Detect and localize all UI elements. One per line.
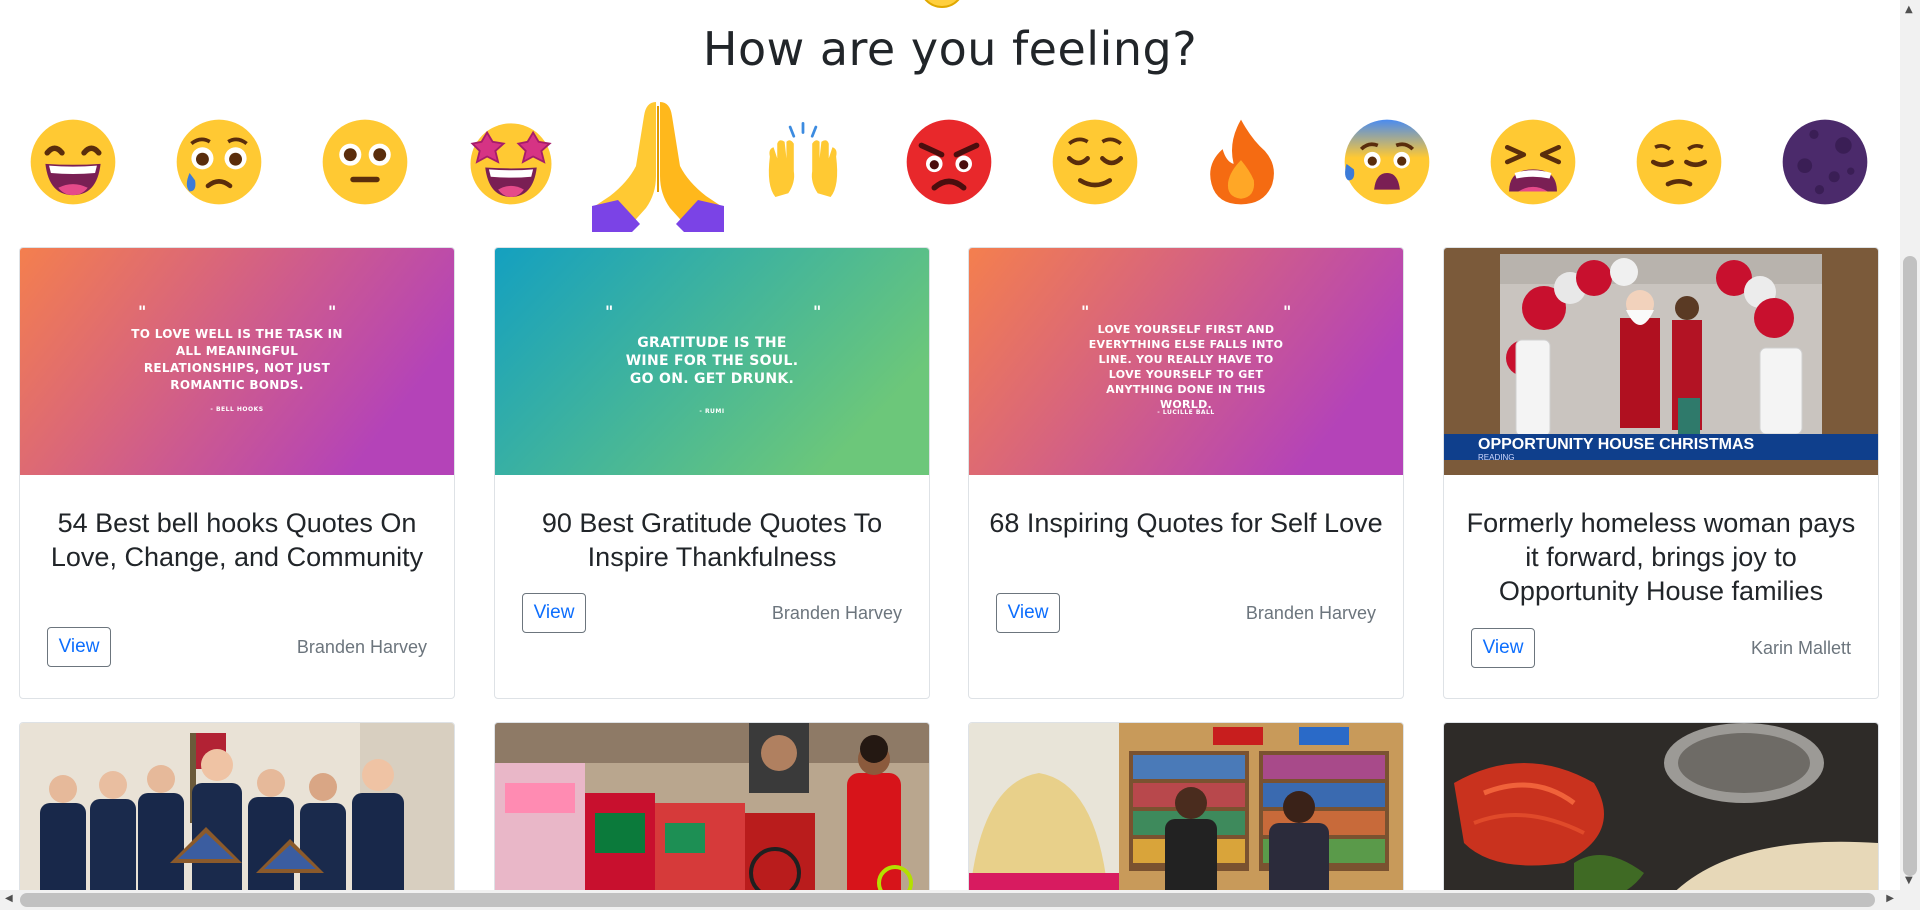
raising-hands-icon[interactable]	[757, 116, 849, 208]
article-thumbnail[interactable]	[20, 723, 454, 890]
pensive-face-icon[interactable]	[1633, 116, 1725, 208]
horizontal-scrollbar[interactable]: ◀ ▶	[0, 890, 1920, 910]
thumbnail-quote: LOVE YOURSELF FIRST AND EVERYTHING ELSE …	[1088, 323, 1284, 411]
article-card	[968, 722, 1404, 890]
quote-close-mark: "	[328, 302, 337, 321]
quote-close-mark: "	[1283, 302, 1292, 321]
article-title[interactable]: 68 Inspiring Quotes for Self Love	[989, 506, 1383, 540]
vertical-scroll-thumb[interactable]	[1903, 256, 1917, 876]
relieved-face-icon[interactable]	[1049, 116, 1141, 208]
fire-icon[interactable]	[1195, 116, 1287, 208]
article-card: " " GRATITUDE IS THE WINE FOR THE SOUL. …	[494, 247, 930, 699]
grinning-face-icon[interactable]	[27, 116, 119, 208]
scroll-left-arrow-icon[interactable]: ◀	[5, 893, 13, 904]
quote-open-mark: "	[1081, 302, 1090, 321]
article-title[interactable]: Formerly homeless woman pays it forward,…	[1464, 506, 1858, 608]
article-title[interactable]: 54 Best bell hooks Quotes On Love, Chang…	[40, 506, 434, 574]
news-banner-title: OPPORTUNITY HOUSE CHRISTMAS	[1478, 436, 1755, 453]
news-banner: OPPORTUNITY HOUSE CHRISTMAS READING	[1444, 434, 1878, 462]
partial-emoji-icon	[919, 0, 965, 8]
article-thumbnail[interactable]: " " GRATITUDE IS THE WINE FOR THE SOUL. …	[495, 248, 929, 475]
scroll-up-arrow-icon[interactable]: ▲	[1905, 4, 1913, 15]
article-thumbnail[interactable]	[495, 723, 929, 890]
view-button[interactable]: View	[522, 593, 586, 633]
article-card	[494, 722, 930, 890]
thumbnail-quote: GRATITUDE IS THE WINE FOR THE SOUL. GO O…	[625, 335, 799, 387]
article-author: Branden Harvey	[1245, 603, 1376, 623]
quote-open-mark: "	[605, 302, 614, 321]
news-banner-subtitle: READING	[1478, 453, 1515, 462]
article-thumbnail[interactable]: OPPORTUNITY HOUSE CHRISTMAS READING	[1444, 248, 1878, 475]
thumbnail-quote-author: - RUMI	[699, 408, 725, 415]
article-card	[19, 722, 455, 890]
view-button[interactable]: View	[996, 593, 1060, 633]
page-title: How are you feeling?	[702, 22, 1198, 76]
scroll-down-arrow-icon[interactable]: ▼	[1905, 875, 1913, 886]
article-card	[1443, 722, 1879, 890]
article-author: Karin Mallett	[1750, 638, 1851, 658]
quote-close-mark: "	[813, 302, 822, 321]
vertical-scrollbar[interactable]: ▲ ▼	[1900, 0, 1920, 890]
anxious-sweat-face-icon[interactable]	[1341, 116, 1433, 208]
thumbnail-quote-author: - BELL HOOKS	[210, 406, 264, 413]
page: How are you feeling? " " TO LOVE WELL IS…	[0, 0, 1900, 890]
neutral-face-icon[interactable]	[319, 116, 411, 208]
article-card: " " TO LOVE WELL IS THE TASK IN ALL MEAN…	[19, 247, 455, 699]
moon-icon[interactable]	[1779, 116, 1871, 208]
scroll-right-arrow-icon[interactable]: ▶	[1886, 893, 1894, 904]
article-author: Branden Harvey	[296, 637, 427, 657]
thumbnail-quote-author: - LUCILLE BALL	[1157, 409, 1215, 416]
tired-face-icon[interactable]	[1487, 116, 1579, 208]
angry-face-icon[interactable]	[903, 116, 995, 208]
quote-open-mark: "	[138, 302, 147, 321]
article-thumbnail[interactable]	[1444, 723, 1878, 890]
article-card: OPPORTUNITY HOUSE CHRISTMAS READING Form…	[1443, 247, 1879, 699]
thumbnail-quote: TO LOVE WELL IS THE TASK IN ALL MEANINGF…	[131, 327, 343, 392]
view-button[interactable]: View	[47, 627, 111, 667]
article-card: " " LOVE YOURSELF FIRST AND EVERYTHING E…	[968, 247, 1404, 699]
horizontal-scroll-thumb[interactable]	[20, 893, 1875, 907]
star-struck-face-icon[interactable]	[465, 116, 557, 208]
article-thumbnail[interactable]: " " TO LOVE WELL IS THE TASK IN ALL MEAN…	[20, 248, 454, 475]
article-title[interactable]: 90 Best Gratitude Quotes To Inspire Than…	[515, 506, 909, 574]
emoji-picker	[0, 96, 1900, 236]
article-thumbnail[interactable]	[969, 723, 1403, 890]
article-thumbnail[interactable]: " " LOVE YOURSELF FIRST AND EVERYTHING E…	[969, 248, 1403, 475]
folded-hands-icon[interactable]	[588, 96, 728, 232]
sad-tear-face-icon[interactable]	[173, 116, 265, 208]
article-author: Branden Harvey	[771, 603, 902, 623]
view-button[interactable]: View	[1471, 628, 1535, 668]
